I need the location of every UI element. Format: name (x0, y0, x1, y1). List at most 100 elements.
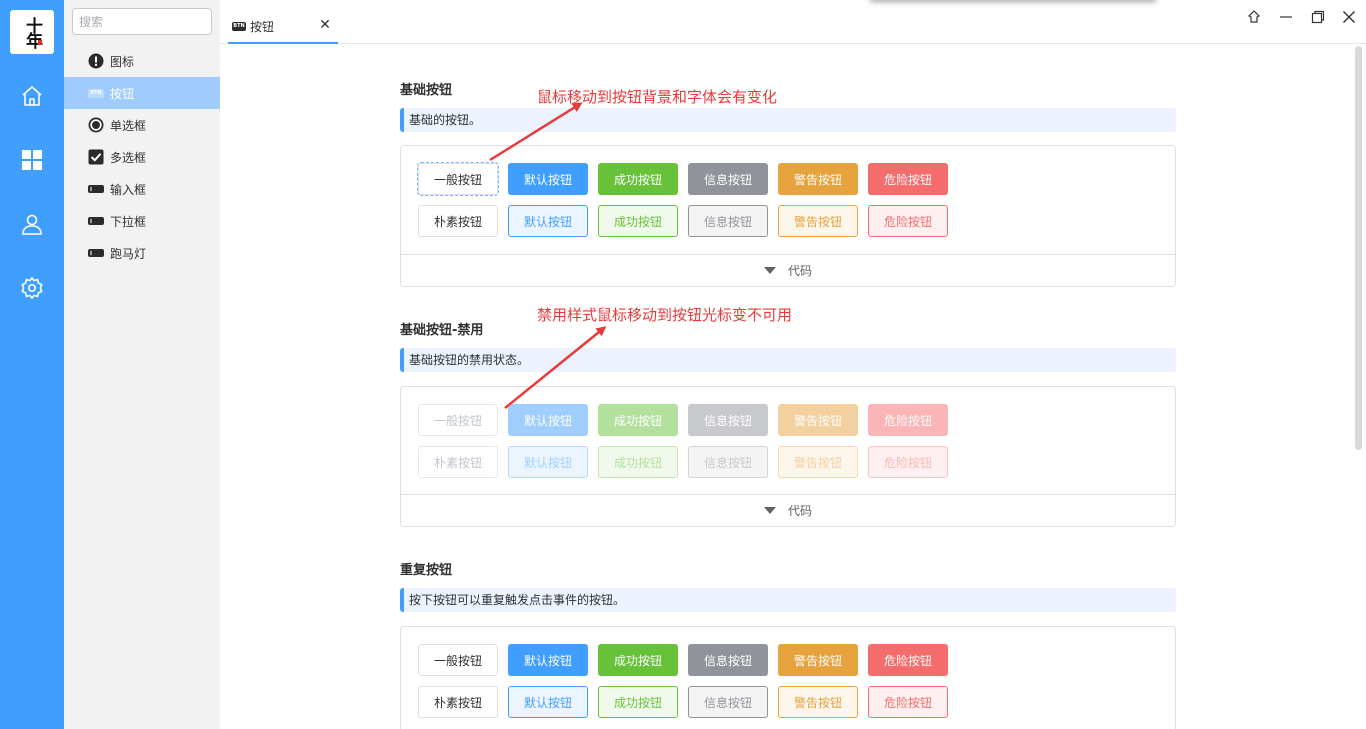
plain-primary-button-disabled: 默认按钮 (508, 446, 588, 478)
logo-seal (38, 40, 42, 45)
home-icon[interactable] (20, 84, 44, 108)
sidebar-item-label: 单选框 (110, 118, 147, 133)
main-content: 基础按钮 基础的按钮。 一般按钮 默认按钮 成功按钮 信息按钮 警告按钮 危险按… (220, 45, 1352, 729)
checkbox-icon (88, 149, 104, 165)
tab-buttons[interactable]: BTN 按钮 ✕ (228, 12, 338, 44)
annotation-hover: 鼠标移动到按钮背景和字体会有变化 (537, 88, 778, 106)
alert-circle-icon (88, 53, 104, 69)
success-button[interactable]: 成功按钮 (598, 644, 678, 676)
button-row: 一般按钮 默认按钮 成功按钮 信息按钮 警告按钮 危险按钮 (418, 644, 958, 676)
caret-down-icon (763, 267, 776, 274)
danger-button-disabled: 危险按钮 (868, 404, 948, 436)
input-icon (88, 181, 104, 197)
close-icon[interactable]: ✕ (318, 18, 332, 32)
warning-button[interactable]: 警告按钮 (778, 163, 858, 195)
plain-danger-button[interactable]: 危险按钮 (868, 686, 948, 718)
demo-box: 一般按钮 默认按钮 成功按钮 信息按钮 警告按钮 危险按钮 朴素按钮 默认按钮 … (400, 626, 1176, 729)
btn-chip-icon: BTN (232, 22, 246, 31)
sidebar-item-buttons[interactable]: BTN 按钮 (64, 77, 220, 109)
plain-danger-button-disabled: 危险按钮 (868, 446, 948, 478)
radio-icon (88, 117, 104, 133)
warning-button[interactable]: 警告按钮 (778, 644, 858, 676)
sidebar-item-input[interactable]: 输入框 (64, 173, 220, 205)
plain-button-row: 朴素按钮 默认按钮 成功按钮 信息按钮 警告按钮 危险按钮 (418, 686, 958, 718)
danger-button[interactable]: 危险按钮 (868, 163, 948, 195)
sidebar-item-label: 图标 (110, 54, 135, 69)
warning-button-disabled: 警告按钮 (778, 404, 858, 436)
plain-button-row: 朴素按钮 默认按钮 成功按钮 信息按钮 警告按钮 危险按钮 (418, 205, 958, 237)
sidebar-item-label: 输入框 (110, 182, 147, 197)
sidebar-item-checkbox[interactable]: 多选框 (64, 141, 220, 173)
plain-primary-button[interactable]: 默认按钮 (508, 205, 588, 237)
left-rail: 十年 (0, 0, 64, 729)
search-input[interactable] (72, 8, 212, 35)
default-button-disabled: 一般按钮 (418, 404, 498, 436)
button-row: 一般按钮 默认按钮 成功按钮 信息按钮 警告按钮 危险按钮 (418, 404, 958, 436)
plain-success-button[interactable]: 成功按钮 (598, 686, 678, 718)
plain-default-button[interactable]: 朴素按钮 (418, 205, 498, 237)
code-label: 代码 (787, 264, 812, 278)
plain-warning-button[interactable]: 警告按钮 (778, 686, 858, 718)
demo-box: 一般按钮 默认按钮 成功按钮 信息按钮 警告按钮 危险按钮 朴素按钮 默认按钮 … (400, 386, 1176, 527)
success-button[interactable]: 成功按钮 (598, 163, 678, 195)
pin-icon[interactable] (1245, 8, 1263, 26)
plain-primary-button[interactable]: 默认按钮 (508, 686, 588, 718)
plain-success-button[interactable]: 成功按钮 (598, 205, 678, 237)
info-button-disabled: 信息按钮 (688, 404, 768, 436)
plain-warning-button-disabled: 警告按钮 (778, 446, 858, 478)
plain-info-button[interactable]: 信息按钮 (688, 686, 768, 718)
danger-button[interactable]: 危险按钮 (868, 644, 948, 676)
restore-icon[interactable] (1309, 8, 1327, 26)
plain-default-button-disabled: 朴素按钮 (418, 446, 498, 478)
plain-info-button[interactable]: 信息按钮 (688, 205, 768, 237)
select-icon (88, 213, 104, 229)
info-button[interactable]: 信息按钮 (688, 644, 768, 676)
code-label: 代码 (787, 504, 812, 518)
plain-danger-button[interactable]: 危险按钮 (868, 205, 948, 237)
tab-label: 按钮 (250, 20, 275, 34)
section-tip: 基础的按钮。 (400, 108, 1176, 132)
code-toggle[interactable]: 代码 (401, 494, 1175, 526)
minimize-icon[interactable] (1277, 8, 1295, 26)
demo-box: 一般按钮 默认按钮 成功按钮 信息按钮 警告按钮 危险按钮 朴素按钮 默认按钮 … (400, 145, 1176, 287)
default-button[interactable]: 一般按钮 (418, 644, 498, 676)
sidebar-item-label: 下拉框 (110, 214, 147, 229)
plain-button-row: 朴素按钮 默认按钮 成功按钮 信息按钮 警告按钮 危险按钮 (418, 446, 958, 478)
primary-button-disabled: 默认按钮 (508, 404, 588, 436)
plain-default-button[interactable]: 朴素按钮 (418, 686, 498, 718)
plain-warning-button[interactable]: 警告按钮 (778, 205, 858, 237)
sidebar: 图标 BTN 按钮 单选框 多选框 输入框 下拉框 跑马灯 (64, 0, 220, 729)
annotation-disabled: 禁用样式鼠标移动到按钮光标变不可用 (537, 306, 793, 324)
sidebar-item-icons[interactable]: 图标 (64, 45, 220, 77)
default-button[interactable]: 一般按钮 (417, 162, 499, 196)
sidebar-item-select[interactable]: 下拉框 (64, 205, 220, 237)
gear-icon[interactable] (20, 276, 44, 300)
sidebar-item-label: 按钮 (110, 86, 135, 101)
section-title: 重复按钮 (400, 563, 453, 578)
plain-info-button-disabled: 信息按钮 (688, 446, 768, 478)
apps-grid-icon[interactable] (20, 148, 44, 172)
section-tip: 按下按钮可以重复触发点击事件的按钮。 (400, 588, 1176, 612)
tab-bar: BTN 按钮 ✕ (220, 0, 1366, 44)
scrollbar-thumb[interactable] (1355, 46, 1362, 450)
section-title: 基础按钮 (400, 83, 453, 98)
section-tip: 基础按钮的禁用状态。 (400, 348, 1176, 372)
plain-success-button-disabled: 成功按钮 (598, 446, 678, 478)
sidebar-item-carousel[interactable]: 跑马灯 (64, 237, 220, 269)
carousel-icon (88, 245, 104, 261)
app-logo: 十年 (10, 10, 54, 54)
button-row: 一般按钮 默认按钮 成功按钮 信息按钮 警告按钮 危险按钮 (417, 162, 958, 196)
btn-chip-icon: BTN (88, 85, 104, 101)
caret-down-icon (763, 507, 776, 514)
success-button-disabled: 成功按钮 (598, 404, 678, 436)
close-window-icon[interactable] (1340, 8, 1358, 26)
sidebar-item-label: 多选框 (110, 150, 147, 165)
sidebar-item-label: 跑马灯 (110, 246, 147, 261)
sidebar-item-radio[interactable]: 单选框 (64, 109, 220, 141)
info-button[interactable]: 信息按钮 (688, 163, 768, 195)
user-icon[interactable] (20, 212, 44, 236)
primary-button[interactable]: 默认按钮 (508, 644, 588, 676)
section-title: 基础按钮-禁用 (400, 323, 484, 338)
code-toggle[interactable]: 代码 (401, 254, 1175, 286)
primary-button[interactable]: 默认按钮 (508, 163, 588, 195)
